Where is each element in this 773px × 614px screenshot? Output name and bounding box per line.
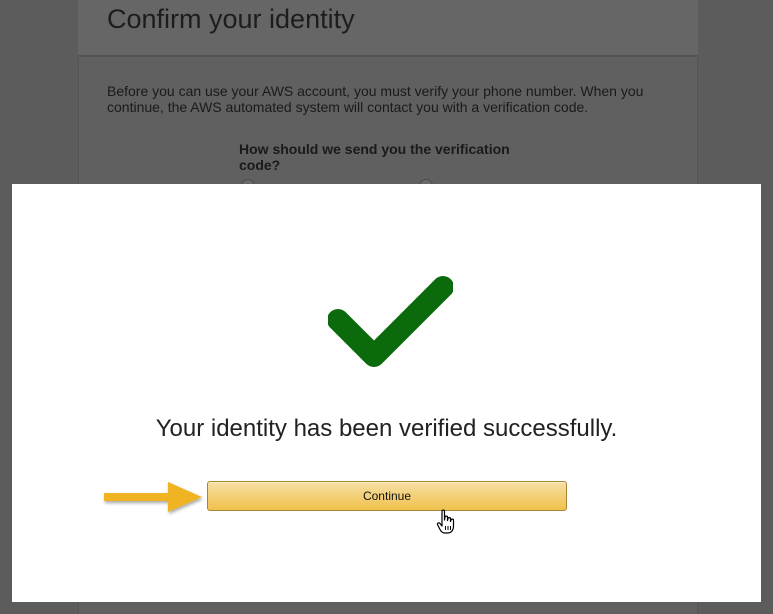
screen: Confirm your identity Before you can use… xyxy=(0,0,773,614)
checkmark-icon xyxy=(328,276,453,367)
verification-method-question: How should we send you the verification … xyxy=(239,141,510,173)
continue-button[interactable]: Continue xyxy=(207,481,567,511)
hand-cursor-icon xyxy=(436,509,455,534)
arrow-annotation xyxy=(104,482,202,512)
page-title: Confirm your identity xyxy=(107,4,355,34)
success-message: Your identity has been verified successf… xyxy=(155,415,618,442)
title-divider xyxy=(78,55,698,57)
verification-success-dialog: Your identity has been verified successf… xyxy=(12,184,761,602)
verification-intro-text: Before you can use your AWS account, you… xyxy=(107,83,644,115)
